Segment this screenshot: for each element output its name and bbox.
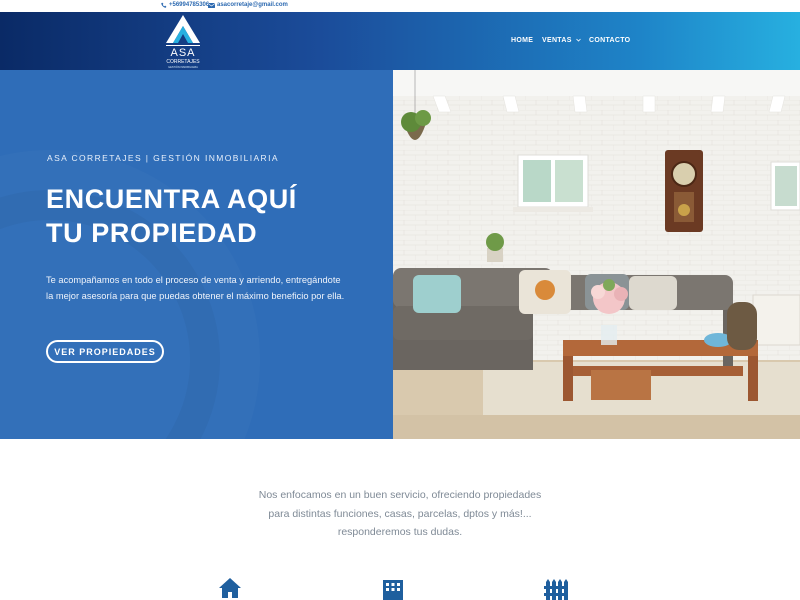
intro-line3: responderemos tus dudas. xyxy=(337,526,463,538)
house-icon xyxy=(219,578,241,598)
headline-line1: ENCUENTRA AQUÍ xyxy=(46,184,297,214)
logo-mark: ASA CORRETAJES GESTIÓN INMOBILIARIA xyxy=(166,15,200,69)
hero-eyebrow: ASA CORRETAJES | GESTIÓN INMOBILIARIA xyxy=(47,153,279,163)
email-address: asacorretaje@gmail.com xyxy=(217,2,288,8)
logo-line1: CORRETAJES xyxy=(166,59,200,65)
nav-ventas-label: VENTAS xyxy=(542,37,572,44)
building-icon xyxy=(383,580,403,600)
intro-text: Nos enfocamos en un buen servicio, ofrec… xyxy=(230,486,570,542)
headline-line2: TU PROPIEDAD xyxy=(46,218,258,248)
living-room-photo xyxy=(393,70,800,439)
chevron-down-icon xyxy=(576,38,581,42)
email-contact[interactable]: asacorretaje@gmail.com xyxy=(208,2,288,8)
intro-line1: Nos enfocamos en un buen servicio, ofrec… xyxy=(258,489,542,501)
main-header: ASA CORRETAJES GESTIÓN INMOBILIARIA HOME… xyxy=(0,12,800,70)
phone-number: +56994785306 xyxy=(169,2,210,8)
hero-headline: ENCUENTRA AQUÍ TU PROPIEDAD xyxy=(46,182,297,250)
ver-propiedades-button[interactable]: VER PROPIEDADES xyxy=(46,340,164,363)
hero-lead: Te acompañamos en todo el proceso de ven… xyxy=(46,275,345,301)
hero-text-panel: ASA CORRETAJES | GESTIÓN INMOBILIARIA EN… xyxy=(0,70,393,439)
top-contact-bar: +56994785306 asacorretaje@gmail.com xyxy=(0,0,800,12)
nav-home[interactable]: HOME xyxy=(511,37,533,44)
nav-ventas[interactable]: VENTAS xyxy=(542,37,581,44)
living-room-illustration xyxy=(393,70,800,439)
phone-icon xyxy=(161,2,167,8)
intro-line2: para distintas funciones, casas, parcela… xyxy=(268,507,532,520)
logo-name: ASA xyxy=(170,47,195,59)
nav-contacto[interactable]: CONTACTO xyxy=(589,37,630,44)
phone-contact[interactable]: +56994785306 xyxy=(161,2,209,8)
envelope-icon xyxy=(208,2,215,8)
site-logo[interactable]: ASA CORRETAJES GESTIÓN INMOBILIARIA xyxy=(163,13,203,69)
fence-icon xyxy=(544,579,568,600)
